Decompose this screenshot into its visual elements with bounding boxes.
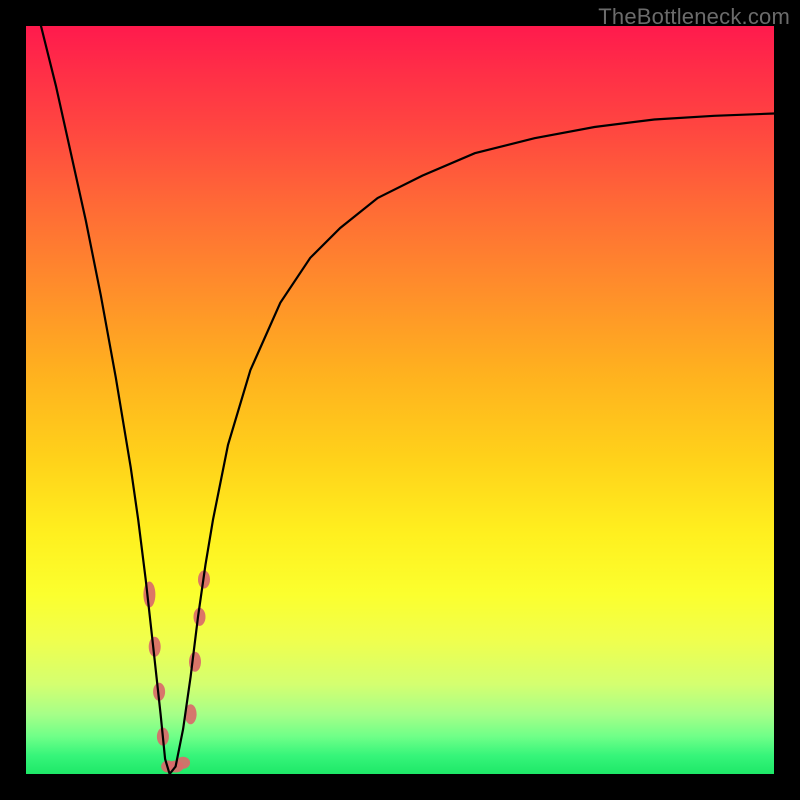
bottleneck-curve — [41, 26, 774, 774]
chart-svg — [26, 26, 774, 774]
plot-area — [26, 26, 774, 774]
chart-frame: TheBottleneck.com — [0, 0, 800, 800]
